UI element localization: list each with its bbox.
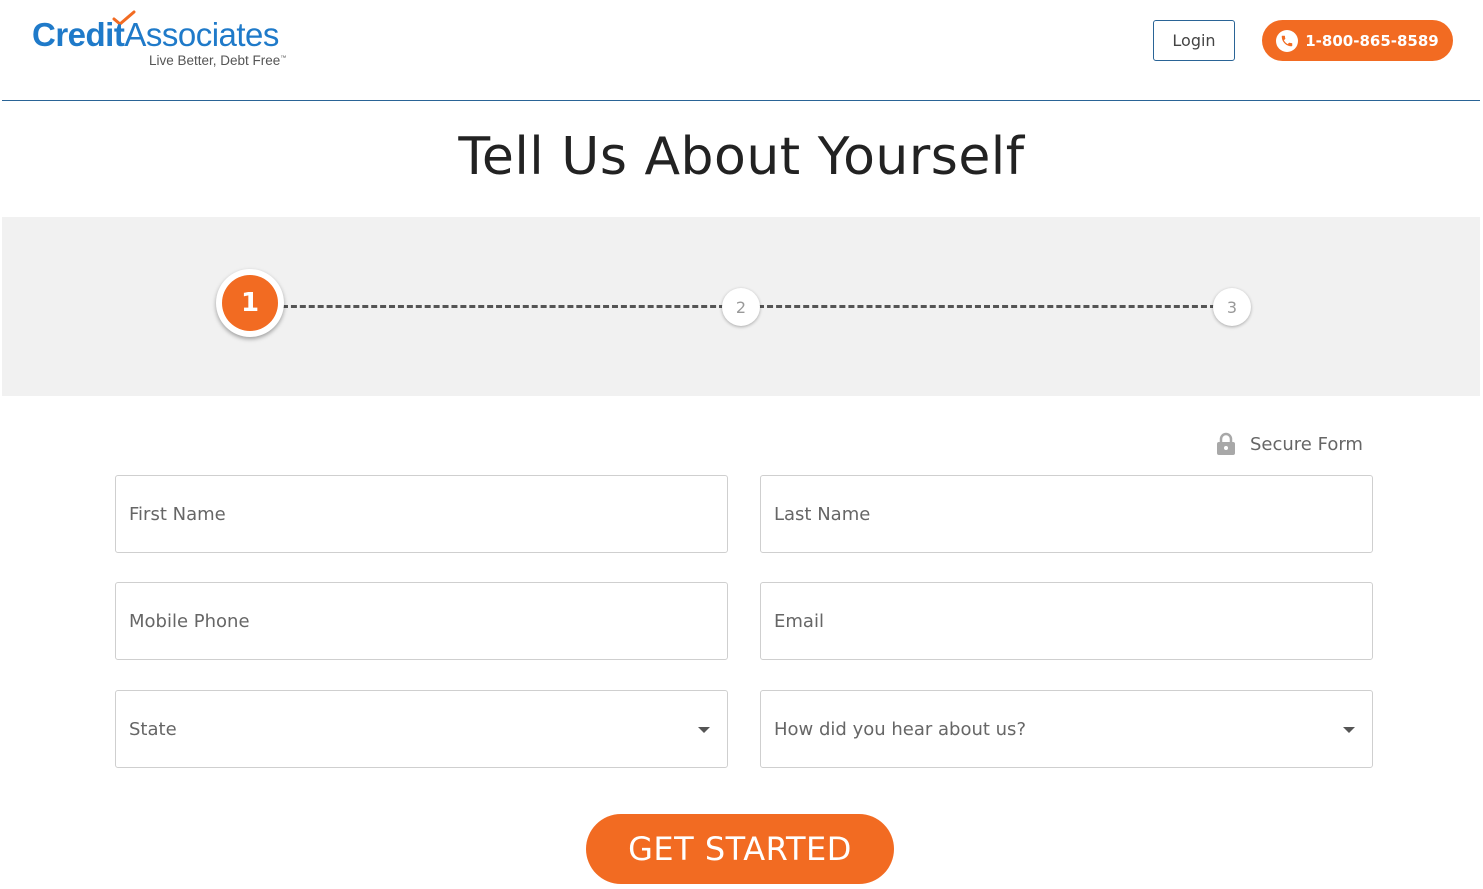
tagline-text: Live Better, Debt Free [149,53,281,68]
progress-stepper: 1 2 3 [2,217,1480,396]
logo-wordmark: CreditAssociates [32,16,279,54]
referral-source-select[interactable]: How did you hear about us? [760,690,1373,768]
step-1-number: 1 [222,275,278,331]
phone-glyph [1282,35,1293,46]
step-3: 3 [1213,288,1251,326]
get-started-button[interactable]: GET STARTED [586,814,894,884]
last-name-field[interactable]: Last Name [760,475,1373,553]
step-2: 2 [722,288,760,326]
secure-form-label: Secure Form [1250,433,1363,455]
email-field[interactable]: Email [760,582,1373,660]
last-name-placeholder: Last Name [774,503,871,525]
chevron-down-icon [1343,727,1355,733]
state-placeholder: State [129,718,177,740]
secure-form-indicator: Secure Form [1216,432,1363,456]
logo-credit-text: Credit [32,16,125,53]
login-button[interactable]: Login [1153,20,1235,61]
credit-associates-logo[interactable]: CreditAssociates Live Better, Debt Free™ [32,10,312,72]
logo-tagline: Live Better, Debt Free™ [149,53,286,68]
mobile-phone-field[interactable]: Mobile Phone [115,582,728,660]
first-name-placeholder: First Name [129,503,226,525]
page-title: Tell Us About Yourself [458,127,1025,187]
chevron-down-icon [698,727,710,733]
step-connector [282,305,725,308]
step-connector [758,305,1216,308]
site-header: CreditAssociates Live Better, Debt Free™… [2,0,1480,101]
phone-call-button[interactable]: 1-800-865-8589 [1262,20,1453,61]
state-select[interactable]: State [115,690,728,768]
phone-number-label: 1-800-865-8589 [1305,31,1439,50]
first-name-field[interactable]: First Name [115,475,728,553]
trademark-mark: ™ [280,55,287,62]
phone-icon [1276,29,1299,52]
step-1-active: 1 [216,269,284,337]
email-placeholder: Email [774,610,824,632]
mobile-phone-placeholder: Mobile Phone [129,610,250,632]
lock-icon [1217,432,1235,455]
referral-placeholder: How did you hear about us? [774,718,1026,740]
logo-associates-text: Associates [124,16,279,53]
